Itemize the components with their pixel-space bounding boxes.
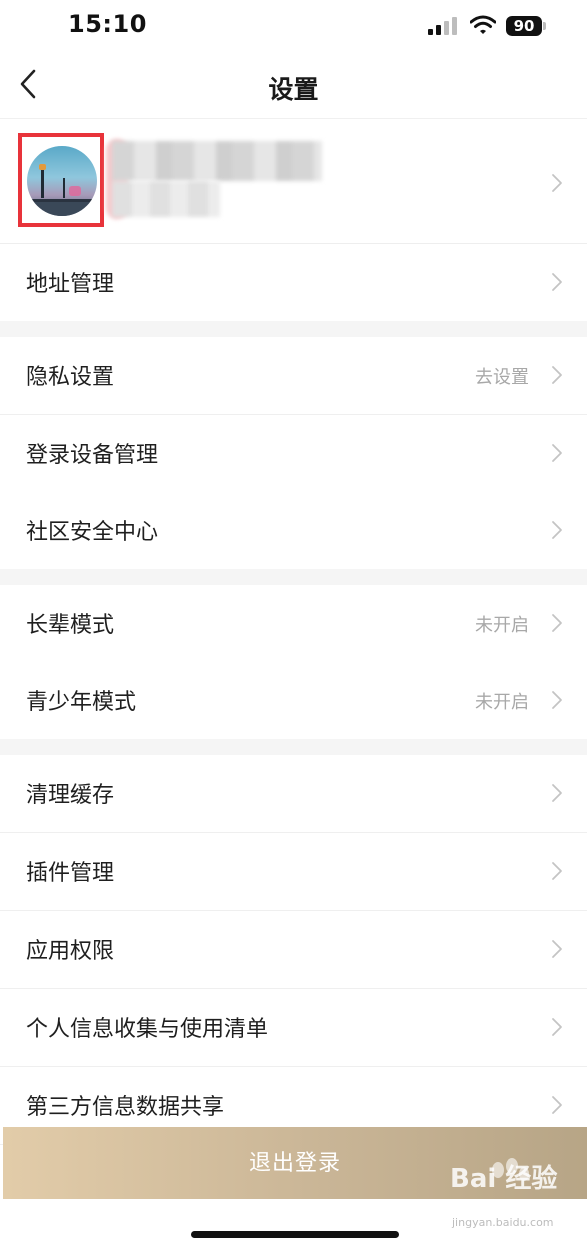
chevron-right-icon (552, 1018, 562, 1036)
chevron-right-icon (552, 862, 562, 880)
settings-row-teen-mode[interactable]: 青少年模式 未开启 (0, 662, 587, 740)
profile-row[interactable] (0, 118, 587, 244)
settings-row-plugins[interactable]: 插件管理 (0, 833, 587, 911)
chevron-right-icon (552, 940, 562, 958)
home-indicator (191, 1231, 399, 1238)
page-title: 设置 (268, 75, 319, 104)
chevron-right-icon (552, 691, 562, 709)
settings-row-personal-info-list[interactable]: 个人信息收集与使用清单 (0, 989, 587, 1067)
status-bar: 15:10 90 (0, 0, 587, 56)
battery-level: 90 (513, 17, 535, 35)
blurred-user-id (112, 181, 220, 217)
blurred-username (112, 141, 322, 181)
chevron-right-icon (552, 273, 562, 291)
watermark-text: Bai 经验 (450, 1164, 558, 1194)
settings-row-elder-mode[interactable]: 长辈模式 未开启 (0, 585, 587, 663)
nav-bar: 设置 (0, 56, 587, 118)
row-label: 插件管理 (26, 861, 115, 886)
chevron-right-icon (552, 784, 562, 802)
wifi-icon (470, 15, 496, 34)
settings-row-app-permissions[interactable]: 应用权限 (0, 911, 587, 989)
avatar-highlight-box (18, 133, 104, 227)
row-value: 未开启 (475, 692, 529, 713)
status-time: 15:10 (68, 10, 147, 38)
chevron-right-icon (552, 366, 562, 384)
row-label: 隐私设置 (26, 365, 115, 390)
settings-row-privacy[interactable]: 隐私设置 去设置 (0, 337, 587, 415)
row-label: 个人信息收集与使用清单 (26, 1017, 269, 1042)
watermark-url: jingyan.baidu.com (452, 1216, 554, 1229)
row-label: 地址管理 (26, 272, 115, 297)
cellular-signal-icon (428, 17, 457, 35)
row-label: 清理缓存 (26, 783, 115, 808)
settings-row-login-devices[interactable]: 登录设备管理 (0, 415, 587, 493)
battery-tip (543, 22, 546, 30)
settings-row-clear-cache[interactable]: 清理缓存 (0, 755, 587, 833)
row-label: 第三方信息数据共享 (26, 1095, 225, 1120)
settings-row-community-safety[interactable]: 社区安全中心 (0, 492, 587, 570)
chevron-right-icon (552, 174, 562, 192)
row-label: 社区安全中心 (26, 520, 159, 545)
chevron-right-icon (552, 1096, 562, 1114)
row-label: 青少年模式 (26, 690, 137, 715)
row-label: 长辈模式 (26, 613, 115, 638)
section-divider (0, 569, 587, 585)
chevron-right-icon (552, 444, 562, 462)
battery-indicator: 90 (506, 16, 542, 36)
chevron-right-icon (552, 521, 562, 539)
row-value: 未开启 (475, 615, 529, 636)
row-label: 登录设备管理 (26, 443, 159, 468)
section-divider (0, 321, 587, 337)
settings-row-address[interactable]: 地址管理 (0, 244, 587, 322)
section-divider (0, 739, 587, 755)
row-value: 去设置 (475, 367, 529, 388)
row-label: 应用权限 (26, 939, 115, 964)
chevron-right-icon (552, 614, 562, 632)
